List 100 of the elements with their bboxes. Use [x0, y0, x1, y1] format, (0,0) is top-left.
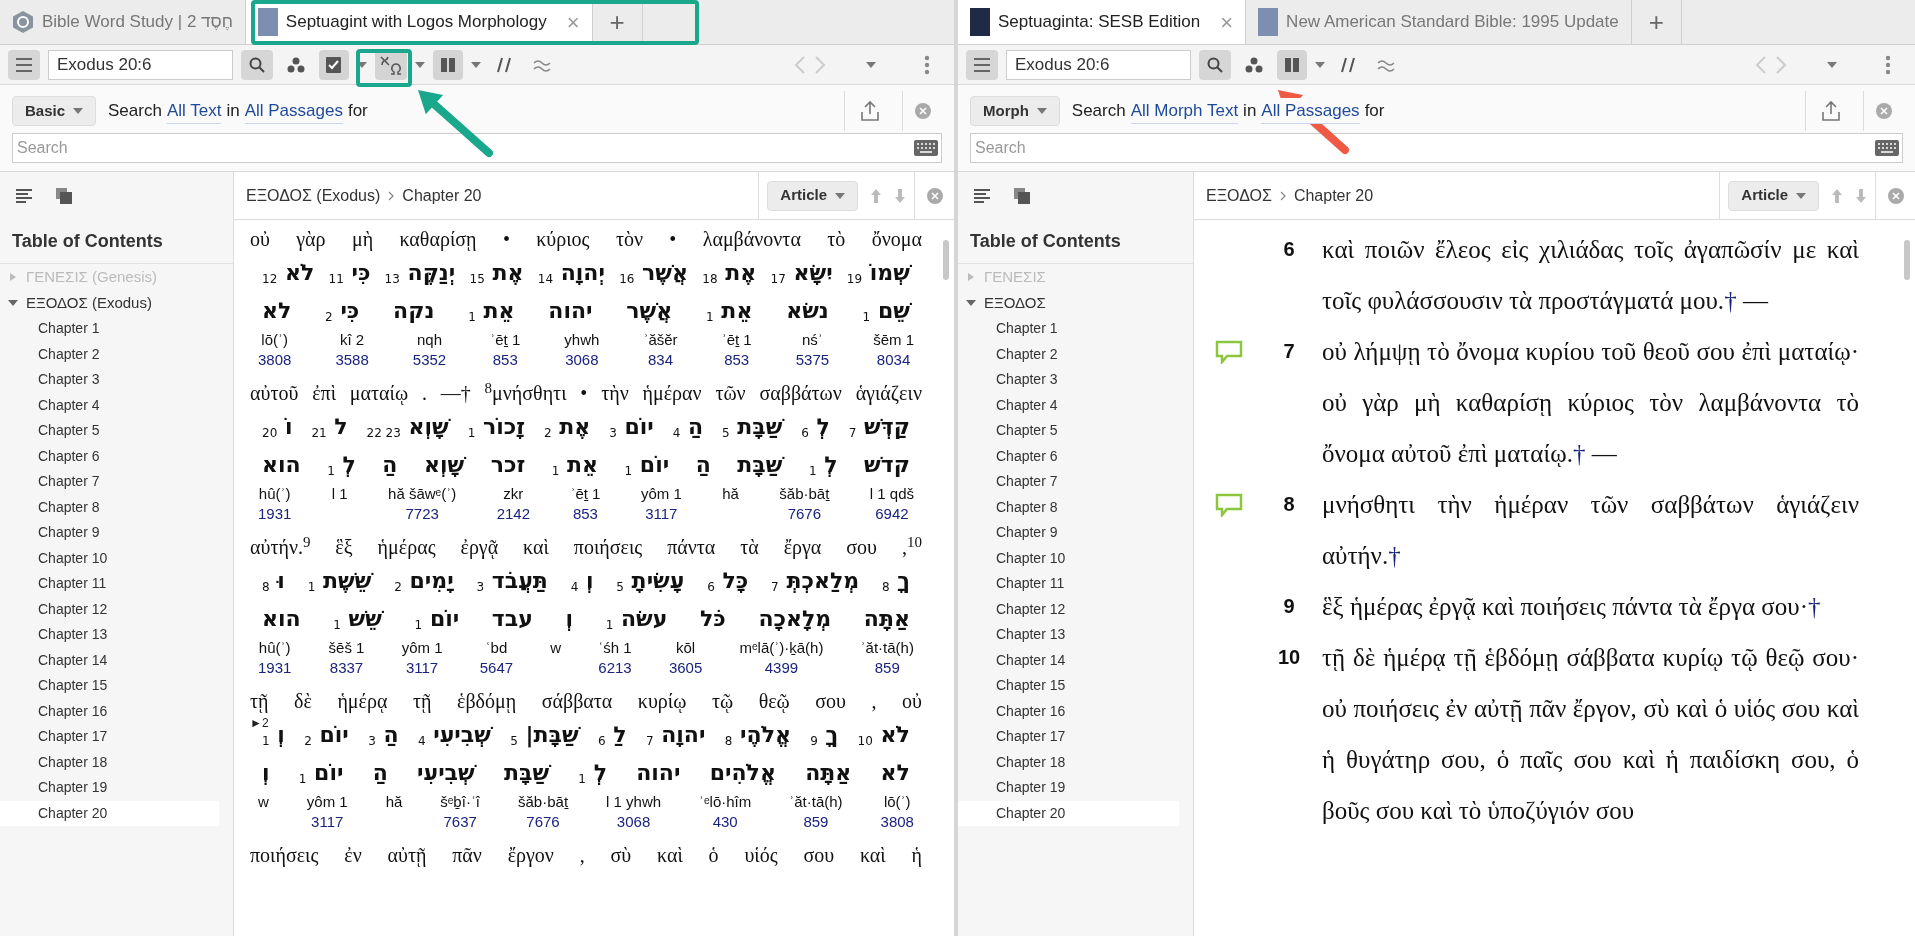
- toolbar-button[interactable]: [319, 49, 349, 80]
- list-icon[interactable]: [974, 188, 990, 204]
- toc-chapter[interactable]: Chapter 14: [0, 647, 233, 673]
- strongs-number[interactable]: 3117: [311, 812, 344, 832]
- toc-chapter[interactable]: Chapter 4: [0, 392, 233, 418]
- toc-chapter[interactable]: Chapter 4: [958, 392, 1193, 418]
- tab[interactable]: Septuaginta: SESB Edition ×: [958, 0, 1247, 44]
- greek-word[interactable]: $^{8}$μνήσθητι: [484, 378, 567, 408]
- greek-word[interactable]: ποιήσεις: [573, 532, 643, 562]
- strongs-number[interactable]: 2142: [496, 504, 530, 524]
- share-icon[interactable]: [859, 100, 880, 122]
- toc-chapter[interactable]: Chapter 20: [958, 800, 1179, 826]
- caret-icon[interactable]: [1796, 192, 1806, 199]
- greek-word[interactable]: ,: [871, 686, 877, 716]
- hebrew-lemma[interactable]: אֲשֶׁר: [626, 294, 673, 327]
- hebrew-lemma[interactable]: אַתָּה: [863, 602, 910, 635]
- note-link[interactable]: †: [1808, 593, 1821, 620]
- caret-icon[interactable]: [835, 192, 845, 199]
- toc-chapter[interactable]: Chapter 13: [958, 622, 1193, 648]
- hebrew-lemma[interactable]: לא: [262, 294, 292, 327]
- greek-word[interactable]: θεῷ: [758, 686, 790, 716]
- menu-button[interactable]: [966, 49, 998, 80]
- greek-word[interactable]: οὐ: [902, 686, 922, 716]
- greek-word[interactable]: πᾶν: [452, 840, 482, 870]
- note-link[interactable]: †: [1724, 287, 1737, 314]
- greek-word[interactable]: κυρίῳ: [637, 686, 687, 716]
- greek-word[interactable]: καὶ: [657, 840, 683, 870]
- greek-word[interactable]: αὐτοῦ: [250, 378, 299, 408]
- toc-chapter[interactable]: Chapter 17: [958, 724, 1193, 750]
- toc-chapter[interactable]: Chapter 2: [958, 341, 1193, 367]
- hebrew-lemma[interactable]: שַׁבָּת: [737, 448, 783, 481]
- view-dropdown[interactable]: Article: [1728, 180, 1819, 211]
- verse-number[interactable]: 8: [1264, 479, 1314, 581]
- strongs-number[interactable]: 3068: [616, 812, 651, 832]
- keyboard-icon[interactable]: [914, 140, 938, 156]
- caret-icon[interactable]: [1827, 61, 1837, 68]
- hebrew-lemma[interactable]: מְלָאכָה: [758, 602, 832, 635]
- strongs-number[interactable]: 3068: [565, 350, 599, 370]
- greek-word[interactable]: τῇ: [250, 686, 269, 716]
- toc-chapter[interactable]: Chapter 8: [958, 494, 1193, 520]
- search-mode-dropdown[interactable]: Basic: [12, 96, 97, 126]
- hebrew-lemma[interactable]: כֹּל: [700, 602, 726, 635]
- hebrew-lemma[interactable]: הַ: [382, 448, 398, 481]
- greek-word[interactable]: •: [580, 378, 588, 408]
- breadcrumb-link[interactable]: ΕΞΟΔΟΣ: [1206, 183, 1272, 208]
- toc-chapter[interactable]: Chapter 5: [0, 418, 233, 444]
- greek-word[interactable]: τῷ: [711, 686, 734, 716]
- toc-chapter[interactable]: Chapter 14: [958, 647, 1193, 673]
- greek-word[interactable]: —†: [440, 378, 471, 408]
- toc-chapter[interactable]: Chapter 12: [958, 596, 1193, 622]
- toolbar-button[interactable]: [1277, 49, 1307, 80]
- strongs-number[interactable]: 430: [712, 812, 738, 832]
- caret-icon[interactable]: [357, 61, 367, 68]
- toc-chapter[interactable]: Chapter 3: [0, 367, 233, 393]
- toc-chapter[interactable]: Chapter 19: [958, 775, 1193, 801]
- search-button[interactable]: [1199, 49, 1231, 80]
- hebrew-lemma[interactable]: אַתָּה: [805, 756, 852, 789]
- greek-word[interactable]: τῶν: [715, 378, 746, 408]
- toc-chapter[interactable]: Chapter 10: [958, 545, 1193, 571]
- verse-number[interactable]: 9: [1264, 581, 1314, 632]
- strongs-number[interactable]: 8034: [876, 350, 911, 370]
- share-icon[interactable]: [1820, 100, 1841, 122]
- greek-word[interactable]: ποιήσεις: [250, 840, 319, 870]
- search-button[interactable]: [241, 49, 273, 80]
- strongs-number[interactable]: 3588: [335, 350, 369, 370]
- hebrew-lemma[interactable]: הַ: [695, 448, 711, 481]
- greek-word[interactable]: μὴ: [351, 224, 374, 254]
- greek-word[interactable]: κύριος: [536, 224, 590, 254]
- greek-word[interactable]: σαββάτων: [759, 378, 842, 408]
- toc-chapter[interactable]: Chapter 16: [0, 698, 233, 724]
- strongs-number[interactable]: 7676: [526, 812, 560, 832]
- scrollbar-thumb[interactable]: [1904, 240, 1910, 280]
- toc-chapter[interactable]: Chapter 9: [958, 520, 1193, 546]
- toc-chapter[interactable]: Chapter 19: [0, 775, 233, 801]
- caret-icon[interactable]: [1315, 61, 1325, 68]
- greek-word[interactable]: πάντα: [667, 532, 716, 562]
- strongs-number[interactable]: 3117: [645, 504, 678, 524]
- more-icon[interactable]: [1885, 54, 1891, 75]
- hebrew-lemma[interactable]: קדשׁ: [864, 448, 910, 481]
- hebrew-lemma[interactable]: אֱלֹהִים: [709, 756, 776, 789]
- hebrew-lemma[interactable]: נקה: [393, 294, 435, 327]
- toc-chapter[interactable]: Chapter 2: [0, 341, 233, 367]
- toc-book[interactable]: ΕΞΟΔΟΣ: [958, 290, 1193, 316]
- strongs-number[interactable]: 3808: [258, 350, 292, 370]
- scope-link[interactable]: All Text: [166, 97, 222, 125]
- strongs-number[interactable]: 853: [724, 350, 750, 370]
- hebrew-lemma[interactable]: יהוה: [548, 294, 593, 327]
- greek-word[interactable]: αὐτήν.$^{9}$: [250, 532, 311, 562]
- note-link[interactable]: †: [1388, 542, 1401, 569]
- toc-chapter[interactable]: Chapter 5: [958, 418, 1193, 444]
- greek-word[interactable]: υἱός: [744, 840, 778, 870]
- range-link[interactable]: All Passages: [1261, 97, 1360, 125]
- close-icon[interactable]: [914, 103, 931, 119]
- scrollbar-thumb[interactable]: [943, 240, 949, 280]
- greek-word[interactable]: σου: [803, 840, 835, 870]
- reference-field[interactable]: Exodus 20:6: [1006, 49, 1191, 80]
- greek-word[interactable]: τὰ: [740, 532, 759, 562]
- strongs-number[interactable]: 6942: [875, 504, 909, 524]
- close-icon[interactable]: [1875, 103, 1892, 119]
- hebrew-lemma[interactable]: שַׁבָּת: [503, 756, 550, 789]
